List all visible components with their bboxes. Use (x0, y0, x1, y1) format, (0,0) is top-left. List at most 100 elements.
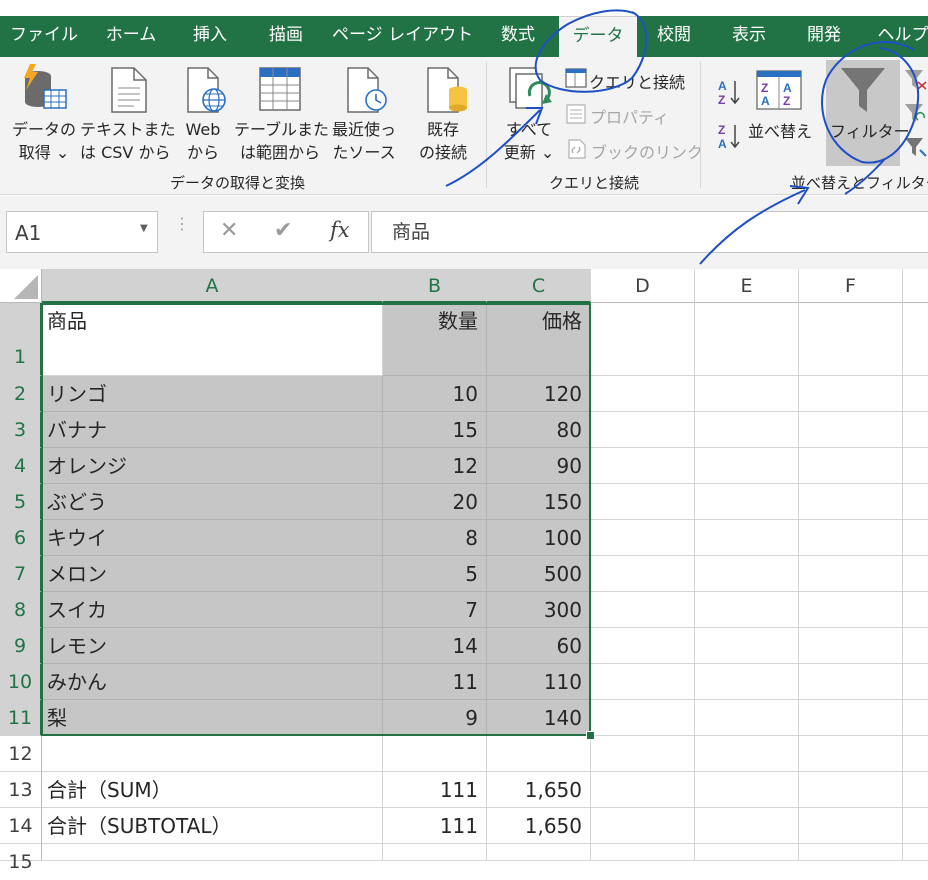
sort-ascending-icon[interactable]: A Z (716, 78, 742, 110)
cell-empty[interactable] (799, 556, 903, 592)
cell-price[interactable]: 110 (487, 664, 591, 700)
cell-product[interactable]: キウイ (42, 520, 383, 556)
row-header[interactable]: 6 (0, 520, 42, 556)
cell-empty[interactable] (799, 520, 903, 556)
advanced-filter-icon[interactable] (904, 136, 928, 162)
cell-empty[interactable] (799, 664, 903, 700)
row-header[interactable]: 7 (0, 556, 42, 592)
cell-empty[interactable] (799, 376, 903, 412)
cell-product[interactable]: リンゴ (42, 376, 383, 412)
cell-price[interactable]: 100 (487, 520, 591, 556)
cell-product[interactable]: ぶどう (42, 484, 383, 520)
tab-file[interactable]: ファイル (0, 16, 88, 57)
cell-quantity[interactable]: 9 (383, 700, 487, 736)
fill-handle[interactable] (586, 731, 595, 740)
cell-empty[interactable] (591, 592, 695, 628)
cell-empty[interactable] (695, 592, 799, 628)
cell-quantity[interactable]: 8 (383, 520, 487, 556)
cell-g1[interactable] (903, 303, 928, 376)
row-header[interactable]: 13 (0, 772, 42, 808)
select-all-corner[interactable] (0, 269, 42, 303)
row-header[interactable]: 2 (0, 376, 42, 412)
cell-price[interactable]: 60 (487, 628, 591, 664)
cell-price[interactable]: 80 (487, 412, 591, 448)
tab-home[interactable]: ホーム (96, 16, 166, 57)
cell-empty[interactable] (903, 376, 928, 412)
cell-empty[interactable] (903, 520, 928, 556)
cell-empty[interactable] (799, 412, 903, 448)
cell-empty[interactable] (799, 628, 903, 664)
cell-product[interactable]: 合計（SUBTOTAL） (42, 808, 383, 844)
cell-empty[interactable] (695, 628, 799, 664)
cell-price[interactable]: 1,650 (487, 808, 591, 844)
cell-empty[interactable] (591, 520, 695, 556)
cell-product[interactable]: メロン (42, 556, 383, 592)
web-button[interactable]: Web から (178, 118, 228, 164)
cell-quantity[interactable]: 111 (383, 808, 487, 844)
cell-empty[interactable] (799, 700, 903, 736)
cell-empty[interactable] (695, 772, 799, 808)
cell-empty[interactable] (591, 808, 695, 844)
existing-connections-button[interactable]: 既存 の接続 (410, 118, 476, 164)
cell-empty[interactable] (591, 376, 695, 412)
cell-empty[interactable] (799, 448, 903, 484)
cell-empty[interactable] (903, 736, 928, 772)
cell-empty[interactable] (695, 412, 799, 448)
cell-empty[interactable] (903, 448, 928, 484)
cell-empty[interactable] (695, 556, 799, 592)
cell-empty[interactable] (591, 772, 695, 808)
cell-quantity[interactable]: 15 (383, 412, 487, 448)
cell-quantity[interactable]: 5 (383, 556, 487, 592)
cell-empty[interactable] (799, 772, 903, 808)
cell-empty[interactable] (695, 448, 799, 484)
cell-empty[interactable] (591, 556, 695, 592)
cell-empty[interactable] (799, 844, 903, 861)
cell-empty[interactable] (903, 808, 928, 844)
cell-product[interactable]: オレンジ (42, 448, 383, 484)
cell-price[interactable]: 1,650 (487, 772, 591, 808)
cell-empty[interactable] (591, 412, 695, 448)
cell-quantity[interactable]: 14 (383, 628, 487, 664)
tab-formulas[interactable]: 数式 (488, 16, 548, 57)
tab-help[interactable]: ヘルプ (868, 16, 928, 57)
column-header-a[interactable]: A (42, 269, 383, 303)
row-header[interactable]: 9 (0, 628, 42, 664)
cell-empty[interactable] (695, 664, 799, 700)
cell-quantity[interactable]: 7 (383, 592, 487, 628)
tab-developer[interactable]: 開発 (795, 16, 853, 57)
sort-button[interactable]: 並べ替え (748, 118, 812, 142)
cell-empty[interactable] (903, 628, 928, 664)
cell-empty[interactable] (903, 412, 928, 448)
row-header[interactable]: 11 (0, 700, 42, 736)
filter-button[interactable]: フィルター (826, 60, 910, 166)
cell-empty[interactable] (591, 664, 695, 700)
cell-empty[interactable] (695, 844, 799, 861)
queries-connections-button[interactable]: クエリと接続 (589, 69, 685, 93)
cell-empty[interactable] (591, 628, 695, 664)
sort-descending-icon[interactable]: Z A (716, 122, 742, 154)
cell-empty[interactable] (903, 556, 928, 592)
cell-empty[interactable] (591, 484, 695, 520)
name-box[interactable]: A1 (6, 211, 158, 253)
cell-empty[interactable] (695, 700, 799, 736)
edit-links-button[interactable]: ブックのリンク (591, 139, 703, 163)
cell-empty[interactable] (903, 592, 928, 628)
cell-b1[interactable]: 数量 (383, 303, 487, 376)
properties-button[interactable]: プロパティ (590, 104, 669, 128)
row-header[interactable]: 1 (0, 303, 42, 376)
cancel-entry-icon[interactable]: ✕ (220, 218, 238, 243)
tab-draw[interactable]: 描画 (258, 16, 314, 57)
tab-view[interactable]: 表示 (720, 16, 778, 57)
cell-price[interactable]: 120 (487, 376, 591, 412)
cell-product[interactable] (42, 844, 383, 861)
insert-function-icon[interactable]: fx (330, 218, 350, 242)
cell-empty[interactable] (591, 844, 695, 861)
cell-empty[interactable] (695, 520, 799, 556)
cell-a1[interactable]: 商品 (42, 303, 383, 376)
cell-empty[interactable] (591, 700, 695, 736)
confirm-entry-icon[interactable]: ✔ (274, 218, 292, 243)
cell-quantity[interactable]: 10 (383, 376, 487, 412)
cell-empty[interactable] (695, 808, 799, 844)
name-box-dropdown-icon[interactable]: ▼ (140, 223, 148, 234)
cell-e1[interactable] (695, 303, 799, 376)
